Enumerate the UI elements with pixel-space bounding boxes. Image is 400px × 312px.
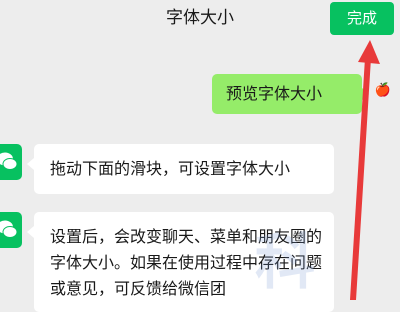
- navigation-bar: 字体大小 完成: [0, 0, 400, 36]
- apple-icon[interactable]: 🍎: [373, 81, 393, 101]
- watermark: 科: [255, 228, 315, 298]
- message-bubble: 拖动下面的滑块，可设置字体大小: [27, 144, 334, 194]
- preview-message-bubble: 预览字体大小: [212, 74, 369, 114]
- preview-message-text: 预览字体大小: [226, 84, 323, 103]
- message-text: 拖动下面的滑块，可设置字体大小: [50, 159, 291, 178]
- done-button[interactable]: 完成: [330, 2, 394, 35]
- wechat-logo-icon[interactable]: [0, 144, 22, 180]
- wechat-logo-icon[interactable]: [0, 212, 22, 248]
